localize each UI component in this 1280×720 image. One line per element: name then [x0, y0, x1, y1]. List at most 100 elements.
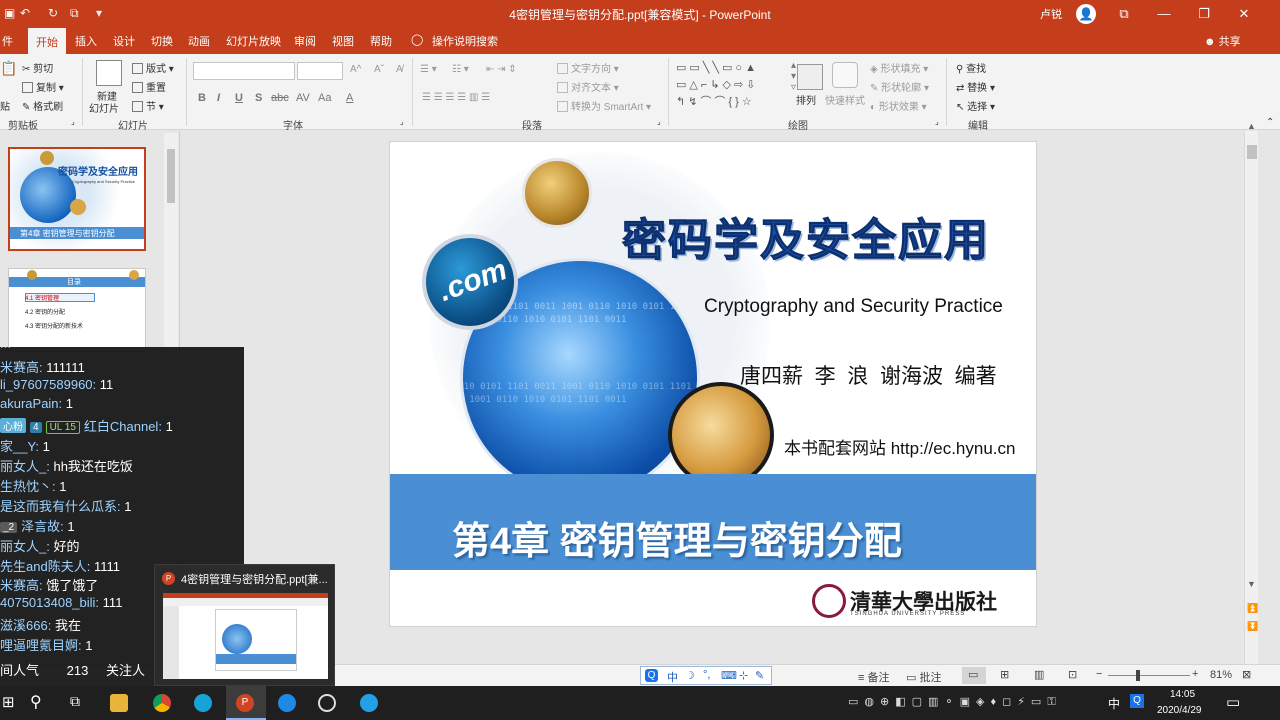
user-name[interactable]: 卢锐 — [1040, 6, 1062, 22]
close-button[interactable]: ✕ — [1224, 0, 1264, 28]
shadow-button[interactable]: S — [255, 92, 262, 104]
indent-icons[interactable]: ⇤ ⇥ ⇕ — [486, 64, 517, 75]
zoom-in-icon[interactable]: + — [1192, 668, 1198, 680]
ime-tools-icon[interactable]: ⊹ — [739, 669, 748, 682]
restore-button[interactable]: ❐ — [1184, 0, 1224, 28]
ime-punct-icon[interactable]: °, — [703, 669, 710, 681]
ime-moon-icon[interactable]: ☽ — [685, 669, 695, 682]
zoom-slider-thumb[interactable] — [1136, 670, 1140, 681]
replace-button[interactable]: ⇄ 替换 ▾ — [956, 79, 995, 94]
zoom-out-icon[interactable]: − — [1096, 668, 1102, 680]
copy-button[interactable]: 复制 ▾ — [22, 79, 64, 94]
system-tray-icons[interactable]: ▭◍⊕◧▢▥⚬▣◈♦◻⚡▭⚿ — [848, 695, 1062, 709]
slide-thumbnail-2[interactable]: 目录 4.1 密钥管理 4.2 密钥的分配 4.3 密钥分配的新技术 — [8, 268, 146, 352]
taskbar-preview-popup[interactable]: P 4密钥管理与密钥分配.ppt[兼... — [154, 564, 335, 686]
slide-sorter-icon[interactable]: ⊞ — [1000, 668, 1009, 681]
align-icons[interactable]: ☰ ☰ ☰ ☰ ▥ ☰ — [422, 92, 490, 103]
zoom-slider[interactable] — [1108, 675, 1190, 676]
notes-button[interactable]: ≡ 备注 — [858, 669, 889, 685]
font-size-combobox[interactable] — [297, 62, 343, 80]
quick-styles-label[interactable]: 快速样式 — [825, 92, 865, 107]
chrome-icon[interactable] — [153, 694, 171, 712]
slide-subtitle[interactable]: Cryptography and Security Practice — [704, 296, 1003, 318]
slide-website[interactable]: 本书配套网站 http://ec.hynu.cn — [784, 434, 1015, 459]
numbering-icon[interactable]: ☷ ▾ — [452, 64, 469, 75]
reset-button[interactable]: 重置 — [132, 79, 166, 94]
shape-fill-button[interactable]: ◈ 形状填充 ▾ — [870, 60, 928, 75]
tab-insert[interactable]: 插入 — [75, 33, 97, 49]
tab-file[interactable]: 件 — [2, 33, 13, 49]
share-button[interactable]: ☻ 共享 — [1204, 33, 1241, 49]
scroll-up-icon[interactable]: ▲ — [1247, 121, 1256, 131]
reading-view-icon[interactable]: ▥ — [1034, 668, 1044, 681]
font-color-button[interactable]: A — [346, 92, 353, 104]
tab-design[interactable]: 设计 — [113, 33, 135, 49]
normal-view-button[interactable]: ▭ — [962, 667, 986, 684]
comments-button[interactable]: ▭ 批注 — [906, 669, 941, 685]
preview-thumbnail[interactable] — [163, 593, 328, 679]
sogou-ime-icon[interactable]: Q — [1130, 694, 1144, 708]
ime-settings-icon[interactable]: ✎ — [755, 669, 764, 682]
font-name-combobox[interactable] — [193, 62, 295, 80]
change-case-button[interactable]: Aa — [318, 92, 331, 104]
paragraph-launcher-icon[interactable]: ⌟ — [657, 117, 661, 126]
clipboard-launcher-icon[interactable]: ⌟ — [71, 117, 75, 126]
search-icon[interactable]: ⚲ — [30, 692, 42, 712]
tab-review[interactable]: 审阅 — [294, 33, 316, 49]
format-painter-button[interactable]: ✎ 格式刷 — [22, 98, 63, 113]
minimize-button[interactable]: — — [1144, 0, 1184, 28]
tab-help[interactable]: 帮助 — [370, 33, 392, 49]
layout-button[interactable]: 版式 ▾ — [132, 60, 174, 75]
obs-icon[interactable] — [318, 694, 336, 712]
file-explorer-icon[interactable] — [110, 694, 128, 712]
section-button[interactable]: 节 ▾ — [132, 98, 164, 113]
clear-format-icon[interactable]: A̸ — [396, 64, 403, 75]
clock-time[interactable]: 14:05 — [1170, 689, 1195, 700]
strikethrough-button[interactable]: abc — [271, 92, 289, 104]
avatar[interactable]: 👤 — [1076, 4, 1096, 24]
ime-logo-icon[interactable]: Q — [645, 669, 658, 682]
ribbon-display-options-button[interactable]: ⧉ — [1104, 0, 1144, 28]
shapes-gallery[interactable]: ▭▭╲╲▭○▲ ▭△⌐↳◇⇨⇩ ↰↯⌒⌒{}☆ — [676, 60, 788, 112]
previous-slide-icon[interactable]: ⏫ — [1247, 603, 1258, 614]
paste-label[interactable]: 贴 — [0, 98, 10, 113]
slide-authors[interactable]: 唐四薪 李 浪 谢海波 编著 — [740, 360, 997, 390]
next-slide-icon[interactable]: ⏬ — [1247, 621, 1258, 632]
tab-slideshow[interactable]: 幻灯片放映 — [226, 33, 281, 49]
underline-button[interactable]: U — [235, 92, 243, 104]
find-button[interactable]: ⚲ 查找 — [956, 60, 986, 75]
font-launcher-icon[interactable]: ⌟ — [400, 117, 404, 126]
select-button[interactable]: ↖ 选择 ▾ — [956, 98, 995, 113]
drawing-launcher-icon[interactable]: ⌟ — [935, 117, 939, 126]
zoom-level[interactable]: 81% — [1210, 669, 1232, 681]
increase-font-icon[interactable]: A^ — [350, 64, 361, 75]
fit-to-window-icon[interactable]: ⊠ — [1242, 668, 1251, 681]
slideshow-view-icon[interactable]: ⊡ — [1068, 668, 1077, 681]
tab-home[interactable]: 开始 — [28, 28, 66, 54]
new-slide-icon[interactable] — [96, 60, 122, 86]
bullets-icon[interactable]: ☰ ▾ — [420, 64, 437, 75]
scroll-thumb[interactable] — [1247, 145, 1257, 159]
app-icon[interactable] — [360, 694, 378, 712]
chat-app-icon[interactable] — [194, 694, 212, 712]
tab-transitions[interactable]: 切换 — [151, 33, 173, 49]
main-slide[interactable]: 1010 0101 1101 0011 1001 0110 1010 0101 … — [389, 141, 1037, 627]
new-slide-label-2[interactable]: 幻灯片 — [89, 100, 119, 115]
italic-button[interactable]: I — [217, 92, 220, 104]
tab-animations[interactable]: 动画 — [188, 33, 210, 49]
edge-icon[interactable] — [278, 694, 296, 712]
text-direction-button[interactable]: 文字方向 ▾ — [557, 60, 619, 75]
arrange-label[interactable]: 排列 — [796, 92, 816, 107]
decrease-font-icon[interactable]: Aˇ — [374, 64, 384, 75]
quick-styles-icon[interactable] — [832, 62, 858, 88]
scroll-down-icon[interactable]: ▼ — [1247, 579, 1256, 589]
paste-icon[interactable]: 📋 — [0, 60, 17, 77]
ime-language-indicator[interactable]: 中 — [1108, 695, 1120, 712]
tell-me-search[interactable]: 操作说明搜索 — [432, 33, 498, 49]
shapes-gallery-scroll[interactable]: ▴ ▾ ▿ — [791, 60, 796, 93]
task-view-icon[interactable]: ⧉ — [70, 693, 80, 710]
ime-toolbar[interactable]: Q 中 ☽ °, ⌨ ⊹ ✎ — [640, 666, 772, 685]
clock-date[interactable]: 2020/4/29 — [1157, 705, 1202, 716]
notification-center-icon[interactable]: ▭ — [1226, 693, 1240, 711]
slide-thumbnail-1[interactable]: 密码学及安全应用 Cryptography and Security Pract… — [8, 147, 146, 251]
